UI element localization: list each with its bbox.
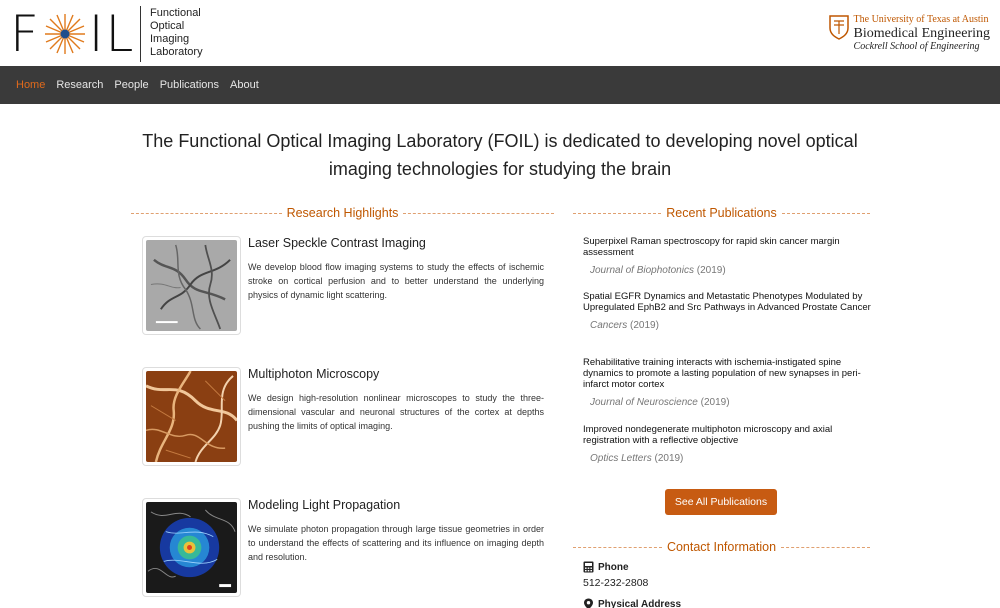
starburst-icon [44,14,85,54]
nav-research[interactable]: Research [56,79,103,91]
ut-shield-icon [828,15,849,40]
simulation-image [146,502,237,593]
divider-line [573,546,662,548]
research-item-light-propagation: Modeling Light Propagation We simulate p… [142,498,544,598]
nav-home[interactable]: Home [16,79,45,91]
ut-school: Cockrell School of Engineering [853,41,980,52]
research-highlights-title: Research Highlights [286,206,399,220]
publication-item: Rehabilitative training interacts with i… [583,357,873,408]
publication-title[interactable]: Improved nondegenerate multiphoton micro… [583,424,873,446]
contact-information-header: Contact Information [573,540,870,554]
research-item-lsci: Laser Speckle Contrast Imaging We develo… [142,236,544,336]
nav-people[interactable]: People [114,79,148,91]
logo-line: Optical [150,20,185,32]
research-highlights-header: Research Highlights [131,206,555,220]
publication-title[interactable]: Spatial EGFR Dynamics and Metastatic Phe… [583,291,873,313]
speckle-image [146,240,237,331]
logo-line: Functional [150,7,201,19]
research-description: We simulate photon propagation through l… [248,524,544,562]
address-label-text: Physical Address [598,598,682,608]
publication-year: (2019) [696,265,726,276]
publication-journal: Journal of Neuroscience [590,397,698,408]
page-headline: The Functional Optical Imaging Laborator… [100,127,900,183]
phone-number[interactable]: 512-232-2808 [583,577,648,589]
map-pin-icon [584,598,593,608]
research-description: We develop blood flow imaging systems to… [248,262,544,300]
headline-line: imaging technologies for studying the br… [328,159,672,179]
divider-line [573,212,662,214]
ut-university: The University of Texas at Austin [853,14,989,25]
publication-journal: Cancers [590,320,628,331]
publication-title[interactable]: Rehabilitative training interacts with i… [583,357,873,390]
logo-line: Imaging [150,33,190,45]
publication-year: (2019) [630,320,659,331]
research-item-multiphoton: Multiphoton Microscopy We design high-re… [142,367,544,467]
logo-subtitle: Functional Optical Imaging Laboratory [150,7,203,59]
main-nav: Home Research People Publications About [0,66,1000,104]
logo-letters-il: IL [88,5,136,63]
divider-line [781,546,870,548]
phone-label: Phone [583,561,629,573]
publication-year: (2019) [654,453,684,464]
headline-line: The Functional Optical Imaging Laborator… [142,131,858,151]
logo-wordmark: F IL [10,9,135,59]
publication-source: Cancers (2019) [590,320,873,331]
ut-department: Biomedical Engineering [853,26,990,41]
publication-item: Improved nondegenerate multiphoton micro… [583,424,873,464]
publication-item: Spatial EGFR Dynamics and Metastatic Phe… [583,291,873,331]
foil-logo[interactable]: F IL [10,8,135,60]
phone-label-text: Phone [598,561,629,573]
contact-information-title: Contact Information [666,540,777,554]
light-propagation-thumbnail[interactable] [142,498,241,597]
logo-divider [140,6,141,62]
research-title[interactable]: Laser Speckle Contrast Imaging [248,236,426,250]
publication-item: Superpixel Raman spectroscopy for rapid … [583,236,873,276]
lsci-thumbnail[interactable] [142,236,241,335]
nav-about[interactable]: About [230,79,259,91]
logo-line: Laboratory [150,46,203,58]
publication-year: (2019) [700,397,730,408]
logo-letter-f: F [10,5,41,63]
publication-journal: Journal of Biophotonics [590,265,694,276]
publication-title[interactable]: Superpixel Raman spectroscopy for rapid … [583,236,873,258]
divider-line [781,212,871,214]
publication-source: Journal of Neuroscience (2019) [590,397,873,408]
divider-line [403,212,555,214]
recent-publications-title: Recent Publications [666,206,777,220]
ut-bme-logo[interactable]: The University of Texas at Austin Biomed… [828,14,990,54]
phone-icon [583,561,594,573]
publication-source: Optics Letters (2019) [590,453,873,464]
see-all-publications-button[interactable]: See All Publications [665,489,777,515]
site-header: F IL Functional Optical Imaging Laborato… [0,0,1000,66]
multiphoton-thumbnail[interactable] [142,367,241,466]
ut-text: The University of Texas at Austin Biomed… [854,14,990,54]
publication-source: Journal of Biophotonics (2019) [590,265,873,276]
microscopy-image [146,371,237,462]
nav-publications[interactable]: Publications [160,79,219,91]
research-description: We design high-resolution nonlinear micr… [248,393,544,431]
research-title[interactable]: Multiphoton Microscopy [248,367,379,381]
recent-publications-header: Recent Publications [573,206,871,220]
divider-line [131,212,282,214]
address-label: Physical Address [583,598,681,608]
research-title[interactable]: Modeling Light Propagation [248,498,400,512]
publication-journal: Optics Letters [590,453,652,464]
